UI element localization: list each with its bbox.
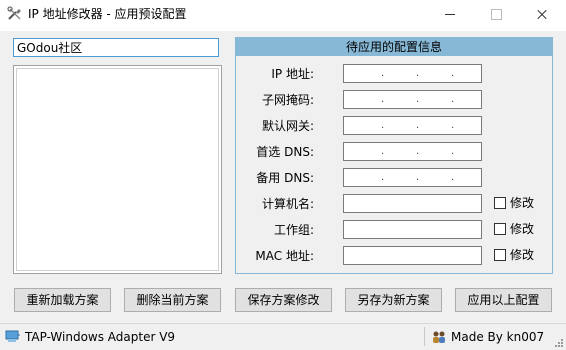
- workgroup-checkbox[interactable]: [494, 223, 506, 235]
- author-text: Made By kn007: [451, 330, 545, 344]
- ip-dot: .: [451, 68, 455, 79]
- save-scheme-button[interactable]: 保存方案修改: [235, 288, 332, 312]
- ip-dot: .: [416, 172, 420, 183]
- ip-dot: .: [416, 68, 420, 79]
- config-panel: 待应用的配置信息 IP 地址: . . . 子网掩码: . . . 默认网关: …: [235, 37, 553, 274]
- subnet-mask-field[interactable]: . . .: [343, 90, 482, 109]
- adapter-status: TAP-Windows Adapter V9: [5, 329, 175, 345]
- gateway-field[interactable]: . . .: [343, 116, 482, 135]
- workgroup-label: 工作组:: [273, 223, 314, 237]
- ip-dot: .: [381, 172, 385, 183]
- adapter-name: TAP-Windows Adapter V9: [25, 330, 176, 344]
- network-adapter-icon: [5, 330, 20, 342]
- ip-label: IP 地址:: [271, 67, 314, 81]
- mac-label: MAC 地址:: [255, 249, 314, 263]
- ip-dot: .: [381, 146, 385, 157]
- workgroup-checkbox-label[interactable]: 修改: [510, 220, 534, 238]
- ip-dot: .: [451, 172, 455, 183]
- ip-address-field[interactable]: . . .: [343, 64, 482, 83]
- workgroup-field[interactable]: [343, 220, 482, 239]
- scheme-list-inner: [16, 68, 219, 271]
- minimize-button[interactable]: [427, 0, 473, 29]
- ip-dot: .: [381, 68, 385, 79]
- resize-grip-icon[interactable]: [554, 338, 564, 348]
- window-title: IP 地址修改器 - 应用预设配置: [28, 7, 187, 21]
- computer-name-checkbox[interactable]: [494, 197, 506, 209]
- scheme-list[interactable]: [13, 65, 222, 274]
- scheme-name-input[interactable]: [13, 38, 219, 57]
- computer-name-label: 计算机名:: [261, 197, 314, 211]
- ip-dot: .: [451, 94, 455, 105]
- ip-dot: .: [381, 94, 385, 105]
- ip-dot: .: [416, 120, 420, 131]
- ip-dot: .: [451, 120, 455, 131]
- status-bar: TAP-Windows Adapter V9 Made By kn007: [0, 323, 566, 350]
- ip-dot: .: [416, 94, 420, 105]
- mac-checkbox[interactable]: [494, 249, 506, 261]
- ip-dot: .: [451, 146, 455, 157]
- status-separator: [424, 327, 425, 346]
- mac-checkbox-label[interactable]: 修改: [510, 246, 534, 264]
- close-button[interactable]: [519, 0, 565, 29]
- ip-dot: .: [381, 120, 385, 131]
- computer-name-checkbox-label[interactable]: 修改: [510, 194, 534, 212]
- computer-name-field[interactable]: [343, 194, 482, 213]
- panel-title: 待应用的配置信息: [236, 38, 552, 56]
- author-status: Made By kn007: [431, 329, 544, 345]
- mask-label: 子网掩码:: [261, 93, 314, 107]
- dns1-field[interactable]: . . .: [343, 142, 482, 161]
- dns1-label: 首选 DNS:: [256, 145, 314, 159]
- maximize-button[interactable]: [473, 0, 519, 29]
- gateway-label: 默认网关:: [261, 119, 314, 133]
- dns2-label: 备用 DNS:: [256, 171, 314, 185]
- apply-config-button[interactable]: 应用以上配置: [455, 288, 552, 312]
- mac-address-field[interactable]: [343, 246, 482, 265]
- delete-scheme-button[interactable]: 删除当前方案: [124, 288, 221, 312]
- reload-scheme-button[interactable]: 重新加载方案: [14, 288, 111, 312]
- save-as-scheme-button[interactable]: 另存为新方案: [345, 288, 442, 312]
- title-bar: IP 地址修改器 - 应用预设配置: [0, 0, 566, 31]
- ip-dot: .: [416, 146, 420, 157]
- tools-icon: [7, 6, 21, 20]
- dns2-field[interactable]: . . .: [343, 168, 482, 187]
- people-icon: [433, 331, 445, 343]
